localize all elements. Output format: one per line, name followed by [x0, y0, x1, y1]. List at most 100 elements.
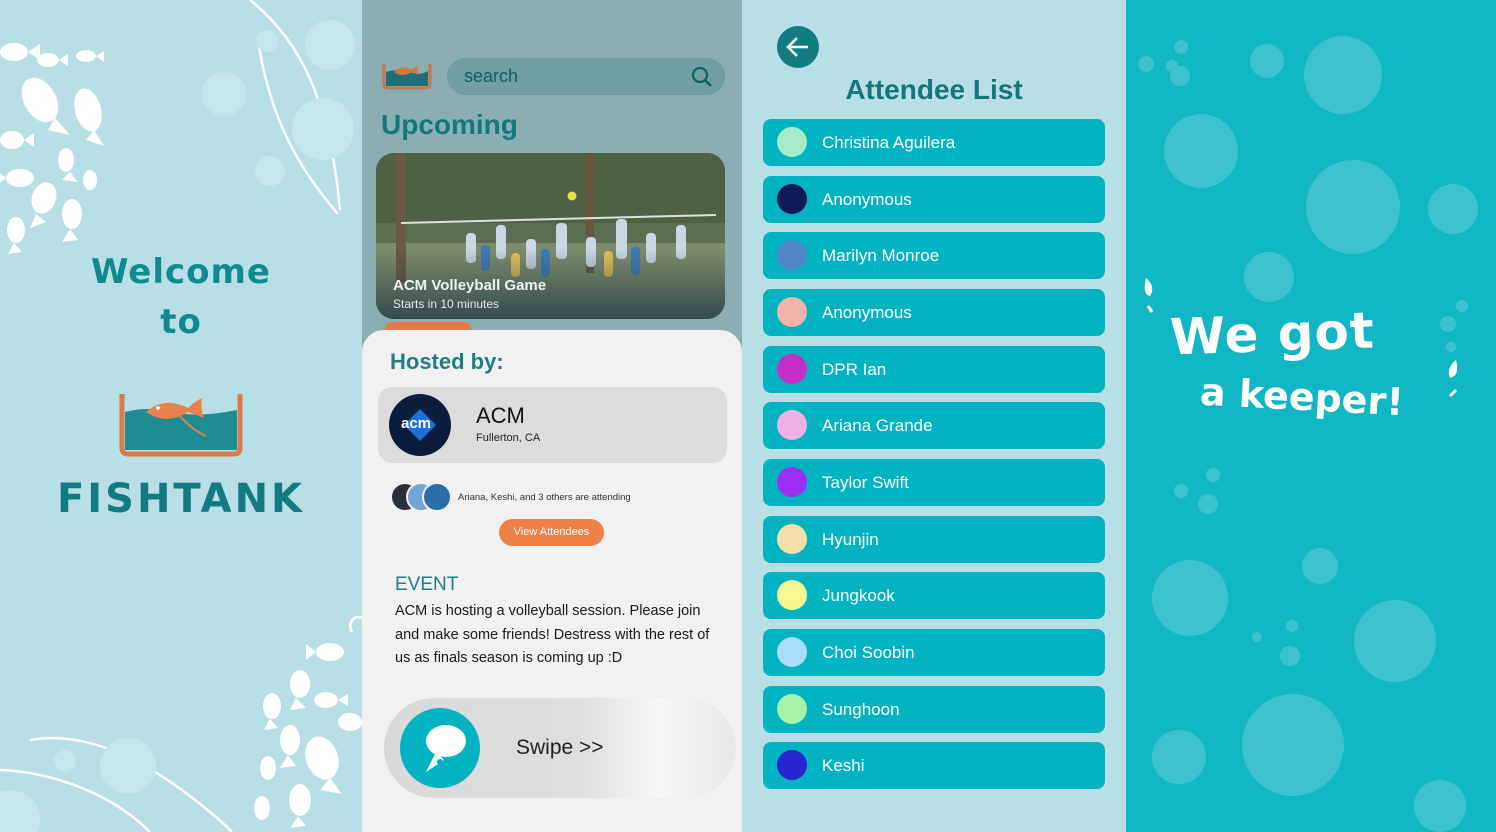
- attending-summary: Ariana, Keshi, and 3 others are attendin…: [458, 492, 631, 503]
- acm-logo-text: acm: [401, 415, 432, 432]
- bubble-decoration: [1242, 694, 1344, 796]
- attendee-avatar: [777, 467, 807, 497]
- upcoming-heading: Upcoming: [381, 109, 518, 140]
- drumstick-icon: [426, 725, 466, 772]
- keeper-subline: a keeper!: [1198, 369, 1405, 425]
- event-section-heading: EVENT: [395, 574, 459, 595]
- search-placeholder: search: [464, 66, 519, 86]
- view-attendees-button[interactable]: View Attendees: [499, 519, 604, 546]
- search-icon[interactable]: [691, 66, 713, 88]
- host-location: Fullerton, CA: [476, 432, 541, 444]
- attendee-avatar: [777, 297, 807, 327]
- attendee-row[interactable]: Marilyn Monroe: [763, 232, 1105, 279]
- attendee-name: Keshi: [822, 756, 865, 775]
- attendee-avatar: [777, 580, 807, 610]
- event-description: ACM is hosting a volleyball session. Ple…: [395, 603, 710, 666]
- bubble-decoration: [1302, 548, 1338, 584]
- arrow-left-icon: [786, 37, 808, 57]
- attendee-row[interactable]: Hyunjin: [763, 516, 1105, 563]
- keeper-headline: We got: [1169, 301, 1376, 367]
- host-name: ACM: [476, 403, 525, 428]
- attendee-row[interactable]: Keshi: [763, 742, 1105, 789]
- attendee-avatars: [390, 482, 456, 514]
- attendee-avatar: [777, 354, 807, 384]
- swipe-label: Swipe >>: [516, 736, 604, 759]
- bubble-decoration: [1280, 646, 1300, 666]
- bubble-decoration: [256, 30, 278, 52]
- keeper-screen: We got a keeper!: [1126, 0, 1496, 832]
- event-detail-sheet: Hosted by: acm ACM Fullerton, CA Ariana,…: [362, 330, 742, 832]
- attendee-row[interactable]: Anonymous: [763, 289, 1105, 336]
- brand-name: FISHTANK: [56, 476, 306, 522]
- host-card[interactable]: acm ACM Fullerton, CA: [378, 387, 727, 463]
- back-button[interactable]: [777, 26, 819, 68]
- swipe-slider[interactable]: Swipe >>: [384, 698, 736, 798]
- event-detail-screen: search Upcoming ACM Volleyball Game Star…: [362, 0, 742, 832]
- welcome-to-heading: to: [160, 302, 202, 342]
- host-avatar: acm: [389, 394, 451, 456]
- bubble-decoration: [1304, 36, 1382, 114]
- attendee-avatar: [777, 127, 807, 157]
- attendee-row[interactable]: Christina Aguilera: [763, 119, 1105, 166]
- bubble-decoration: [1440, 316, 1456, 332]
- attendee-list-title: Attendee List: [845, 74, 1023, 105]
- attendee-avatar: [777, 637, 807, 667]
- bubble-decoration: [1286, 620, 1298, 632]
- bubble-decoration: [1152, 730, 1206, 784]
- bubble-decoration: [1456, 300, 1468, 312]
- bubble-decoration: [100, 738, 156, 794]
- event-title: ACM Volleyball Game: [393, 277, 547, 294]
- hosted-by-label: Hosted by:: [390, 349, 504, 374]
- attendee-name: Anonymous: [822, 303, 912, 322]
- attendee-row[interactable]: Jungkook: [763, 572, 1105, 619]
- attendee-avatar: [777, 694, 807, 724]
- attendee-name: Christina Aguilera: [822, 133, 956, 152]
- bubble-decoration: [1446, 342, 1456, 352]
- splash-icon: [1144, 278, 1154, 313]
- attendee-row[interactable]: Choi Soobin: [763, 629, 1105, 676]
- bubble-decoration: [1252, 632, 1262, 642]
- bubble-decoration: [255, 156, 285, 186]
- bubble-decoration: [292, 98, 354, 160]
- bubble-decoration: [1206, 468, 1220, 482]
- attendee-avatar: [777, 184, 807, 214]
- bubble-decoration: [1428, 184, 1478, 234]
- attendee-row[interactable]: Anonymous: [763, 176, 1105, 223]
- search-bar[interactable]: search: [447, 58, 725, 95]
- app-stage: Welcome to FISHTANK search Upcoming ACM …: [0, 0, 1496, 832]
- fishtank-logo-icon: [382, 64, 432, 90]
- attendee-row[interactable]: Sunghoon: [763, 686, 1105, 733]
- attendee-row[interactable]: DPR Ian: [763, 346, 1105, 393]
- bubble-decoration: [1198, 494, 1218, 514]
- attendee-name: Jungkook: [822, 586, 895, 605]
- attendee-name: Hyunjin: [822, 530, 879, 549]
- welcome-screen: Welcome to FISHTANK: [0, 0, 362, 832]
- welcome-heading: Welcome: [90, 252, 271, 292]
- attendee-name: Anonymous: [822, 190, 912, 209]
- attendee-avatar: [777, 240, 807, 270]
- attendee-name: Sunghoon: [822, 700, 900, 719]
- attendee-row[interactable]: Taylor Swift: [763, 459, 1105, 506]
- bubble-decoration: [1164, 114, 1238, 188]
- swipe-handle[interactable]: [400, 708, 480, 788]
- attendee-name: DPR Ian: [822, 360, 887, 379]
- fish-swarm-decoration-bottom: [0, 615, 362, 832]
- attendee-avatar: [777, 410, 807, 440]
- bubble-decoration: [1138, 56, 1154, 72]
- bubble-decoration: [1174, 40, 1188, 54]
- bubble-decoration: [202, 72, 246, 116]
- bubble-decoration: [54, 750, 76, 772]
- bubble-decoration: [1414, 780, 1466, 832]
- bubble-decoration: [305, 20, 355, 70]
- bubble-decoration: [1152, 560, 1228, 636]
- bubble-decoration: [1244, 252, 1294, 302]
- bubble-decoration: [1170, 66, 1190, 86]
- bubble-decoration: [1354, 600, 1436, 682]
- attendee-row[interactable]: Ariana Grande: [763, 402, 1105, 449]
- event-card[interactable]: ACM Volleyball Game Starts in 10 minutes: [376, 153, 725, 319]
- avatar: [422, 482, 452, 512]
- fishtank-logo-icon: [119, 394, 243, 457]
- event-start-time: Starts in 10 minutes: [393, 297, 500, 311]
- bubble-decoration: [1306, 160, 1400, 254]
- bubble-decoration: [1174, 484, 1188, 498]
